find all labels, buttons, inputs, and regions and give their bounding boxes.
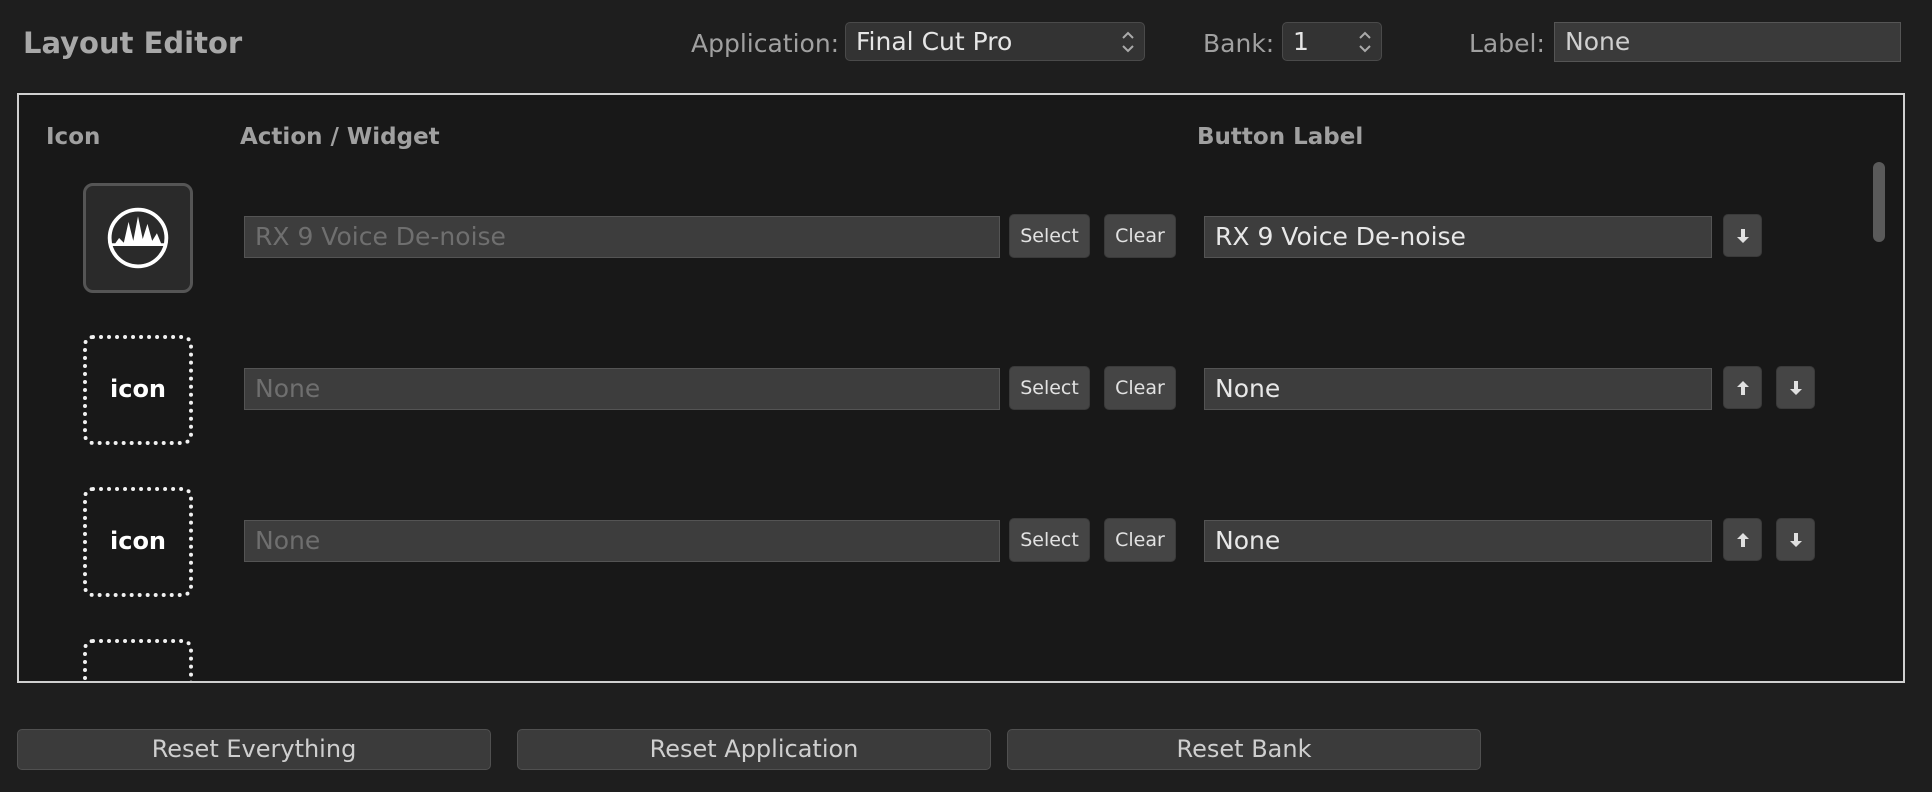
column-header-icon: Icon bbox=[46, 124, 101, 150]
bank-popup[interactable]: 1 bbox=[1282, 22, 1382, 61]
rx-waveform-icon bbox=[107, 207, 169, 269]
reset-application-button[interactable]: Reset Application bbox=[517, 729, 991, 770]
label-label: Label: bbox=[1469, 29, 1545, 58]
button-label-field[interactable]: None bbox=[1204, 520, 1712, 562]
button-label-field[interactable]: RX 9 Voice De-noise bbox=[1204, 216, 1712, 258]
select-button[interactable]: Select bbox=[1009, 366, 1090, 410]
application-value: Final Cut Pro bbox=[856, 27, 1013, 56]
label-field[interactable]: None bbox=[1554, 22, 1901, 62]
clear-button[interactable]: Clear bbox=[1104, 366, 1176, 410]
action-field[interactable]: None bbox=[244, 368, 1000, 410]
icon-well[interactable] bbox=[83, 183, 193, 293]
column-header-button-label: Button Label bbox=[1197, 124, 1364, 150]
select-button[interactable]: Select bbox=[1009, 518, 1090, 562]
move-down-button[interactable] bbox=[1723, 214, 1762, 257]
placeholder-icon[interactable]: icon bbox=[83, 335, 193, 445]
vertical-scrollbar[interactable] bbox=[1873, 162, 1885, 242]
clear-button[interactable]: Clear bbox=[1104, 518, 1176, 562]
layout-row: icon None Select Clear None bbox=[19, 335, 1903, 455]
arrow-down-icon bbox=[1789, 380, 1802, 395]
arrow-down-icon bbox=[1736, 228, 1749, 243]
updown-chevron-icon bbox=[1359, 31, 1371, 53]
application-label: Application: bbox=[691, 29, 840, 58]
layout-row: icon None Select Clear None bbox=[19, 487, 1903, 607]
placeholder-icon[interactable]: icon bbox=[83, 487, 193, 597]
reset-bank-button[interactable]: Reset Bank bbox=[1007, 729, 1481, 770]
select-button[interactable]: Select bbox=[1009, 214, 1090, 258]
action-field[interactable]: RX 9 Voice De-noise bbox=[244, 216, 1000, 258]
bank-value: 1 bbox=[1293, 27, 1309, 56]
column-header-action: Action / Widget bbox=[240, 124, 440, 150]
move-down-button[interactable] bbox=[1776, 366, 1815, 409]
reset-everything-button[interactable]: Reset Everything bbox=[17, 729, 491, 770]
arrow-up-icon bbox=[1736, 380, 1749, 395]
layout-row bbox=[19, 639, 1903, 681]
layout-row: RX 9 Voice De-noise Select Clear RX 9 Vo… bbox=[19, 183, 1903, 303]
button-label-field[interactable]: None bbox=[1204, 368, 1712, 410]
updown-chevron-icon bbox=[1122, 31, 1134, 53]
application-popup[interactable]: Final Cut Pro bbox=[845, 22, 1145, 61]
action-field[interactable]: None bbox=[244, 520, 1000, 562]
clear-button[interactable]: Clear bbox=[1104, 214, 1176, 258]
bank-label: Bank: bbox=[1203, 29, 1275, 58]
arrow-up-icon bbox=[1736, 532, 1749, 547]
placeholder-icon[interactable] bbox=[83, 639, 193, 681]
move-up-button[interactable] bbox=[1723, 366, 1762, 409]
page-title: Layout Editor bbox=[23, 26, 243, 60]
move-down-button[interactable] bbox=[1776, 518, 1815, 561]
arrow-down-icon bbox=[1789, 532, 1802, 547]
layout-panel: Icon Action / Widget Button Label RX 9 V… bbox=[17, 93, 1905, 683]
move-up-button[interactable] bbox=[1723, 518, 1762, 561]
